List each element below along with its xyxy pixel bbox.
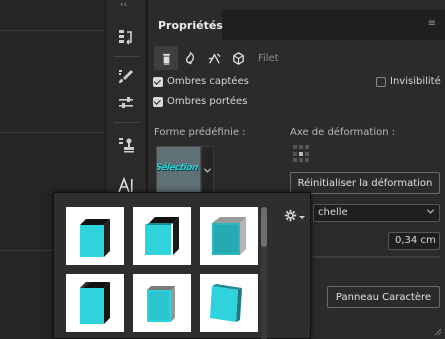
- invisibility-checkbox[interactable]: Invisibilité: [376, 76, 441, 87]
- deform-axis-grid[interactable]: [293, 145, 311, 163]
- cube-preset-2: [145, 217, 179, 255]
- axis-point[interactable]: [299, 145, 303, 149]
- tab-properties[interactable]: Propriétés: [148, 10, 223, 40]
- shadows-cast-checkbox[interactable]: Ombres captées: [153, 76, 249, 87]
- twist-icon: [208, 52, 221, 64]
- depth-input[interactable]: 0,34 cm: [388, 232, 440, 250]
- mesh-mode-toolbar: Filet: [154, 46, 279, 70]
- preset-thumbnail[interactable]: [200, 274, 258, 332]
- history-icon: [119, 30, 132, 45]
- panel-tab-bar: Propriétés ≡: [148, 10, 445, 40]
- chevron-down-icon: [203, 165, 212, 173]
- picker-scrollbar[interactable]: [261, 207, 267, 339]
- shadows-received-label: Ombres portées: [167, 96, 248, 107]
- brush-icon: [119, 70, 133, 83]
- tool-adjustments[interactable]: [106, 88, 146, 118]
- cube-preset-5: [147, 286, 175, 322]
- tool-divider: [114, 122, 140, 123]
- reset-deformation-button[interactable]: Réinitialiser la déformation: [290, 172, 440, 194]
- deform-axis-label: Axe de déformation :: [290, 127, 396, 138]
- preset-thumbnail[interactable]: [133, 274, 191, 332]
- shadows-cast-label: Ombres captées: [167, 76, 249, 87]
- scale-select[interactable]: chelle: [313, 204, 440, 222]
- checkbox-box[interactable]: [153, 76, 163, 87]
- preset-shape-picker: [53, 192, 311, 339]
- collapse-panels-icon[interactable]: ‹‹: [120, 0, 127, 10]
- checkbox-box[interactable]: [376, 76, 386, 87]
- coordinates-mode-button[interactable]: [226, 46, 250, 70]
- preset-preview-text: Sélection: [156, 163, 200, 173]
- scale-select-value: chelle: [318, 207, 348, 218]
- checkbox-box[interactable]: [153, 96, 163, 107]
- preset-shape-preview[interactable]: Sélection: [156, 146, 201, 194]
- bevel-icon: [232, 51, 244, 65]
- chevron-down-icon: [426, 206, 435, 214]
- sliders-icon: [119, 97, 133, 108]
- preset-thumbnail[interactable]: [66, 207, 124, 265]
- shadows-received-checkbox[interactable]: Ombres portées: [153, 96, 247, 107]
- depth-slider[interactable]: [313, 256, 440, 258]
- axis-point[interactable]: [305, 158, 309, 163]
- axis-point[interactable]: [299, 158, 303, 163]
- filet-label[interactable]: Filet: [258, 53, 279, 64]
- tool-history-3d[interactable]: [106, 22, 146, 52]
- axis-point-selected[interactable]: [299, 151, 303, 156]
- deform-mode-button[interactable]: [178, 46, 202, 70]
- preset-thumbnail[interactable]: [66, 274, 124, 332]
- picker-settings-button[interactable]: [284, 208, 306, 222]
- cap-mode-button[interactable]: [202, 46, 226, 70]
- preset-thumbnail[interactable]: [133, 207, 191, 265]
- cube-preset-4: [80, 282, 110, 324]
- preset-shape-label: Forme prédéfinie :: [154, 127, 246, 138]
- cube-preset-1: [80, 219, 110, 257]
- axis-point[interactable]: [293, 158, 297, 163]
- preset-shape-dropdown[interactable]: [201, 146, 214, 194]
- axis-point[interactable]: [293, 145, 297, 149]
- character-panel-button[interactable]: Panneau Caractère: [327, 286, 440, 308]
- picker-scrollbar-thumb[interactable]: [261, 207, 267, 247]
- invisibility-label: Invisibilité: [390, 76, 441, 87]
- gear-icon: [284, 209, 297, 221]
- canvas-divider: [0, 132, 105, 133]
- axis-point[interactable]: [305, 151, 309, 156]
- mesh-mode-button[interactable]: [154, 46, 178, 70]
- panel-menu-icon[interactable]: ≡: [428, 18, 436, 29]
- stamp-icon: [119, 138, 134, 153]
- inflate-icon: [185, 51, 194, 64]
- axis-point[interactable]: [305, 145, 309, 149]
- emboss-icon: [162, 53, 170, 65]
- chevron-down-icon: [299, 215, 305, 219]
- tool-divider: [114, 56, 140, 57]
- cube-preset-6: [210, 284, 242, 322]
- cube-preset-3: [212, 217, 246, 255]
- canvas-divider: [0, 30, 105, 31]
- tool-clone-source[interactable]: [106, 130, 146, 160]
- preset-thumbnail[interactable]: [200, 207, 258, 265]
- axis-point[interactable]: [293, 151, 297, 156]
- resize-grip-icon[interactable]: [432, 326, 442, 336]
